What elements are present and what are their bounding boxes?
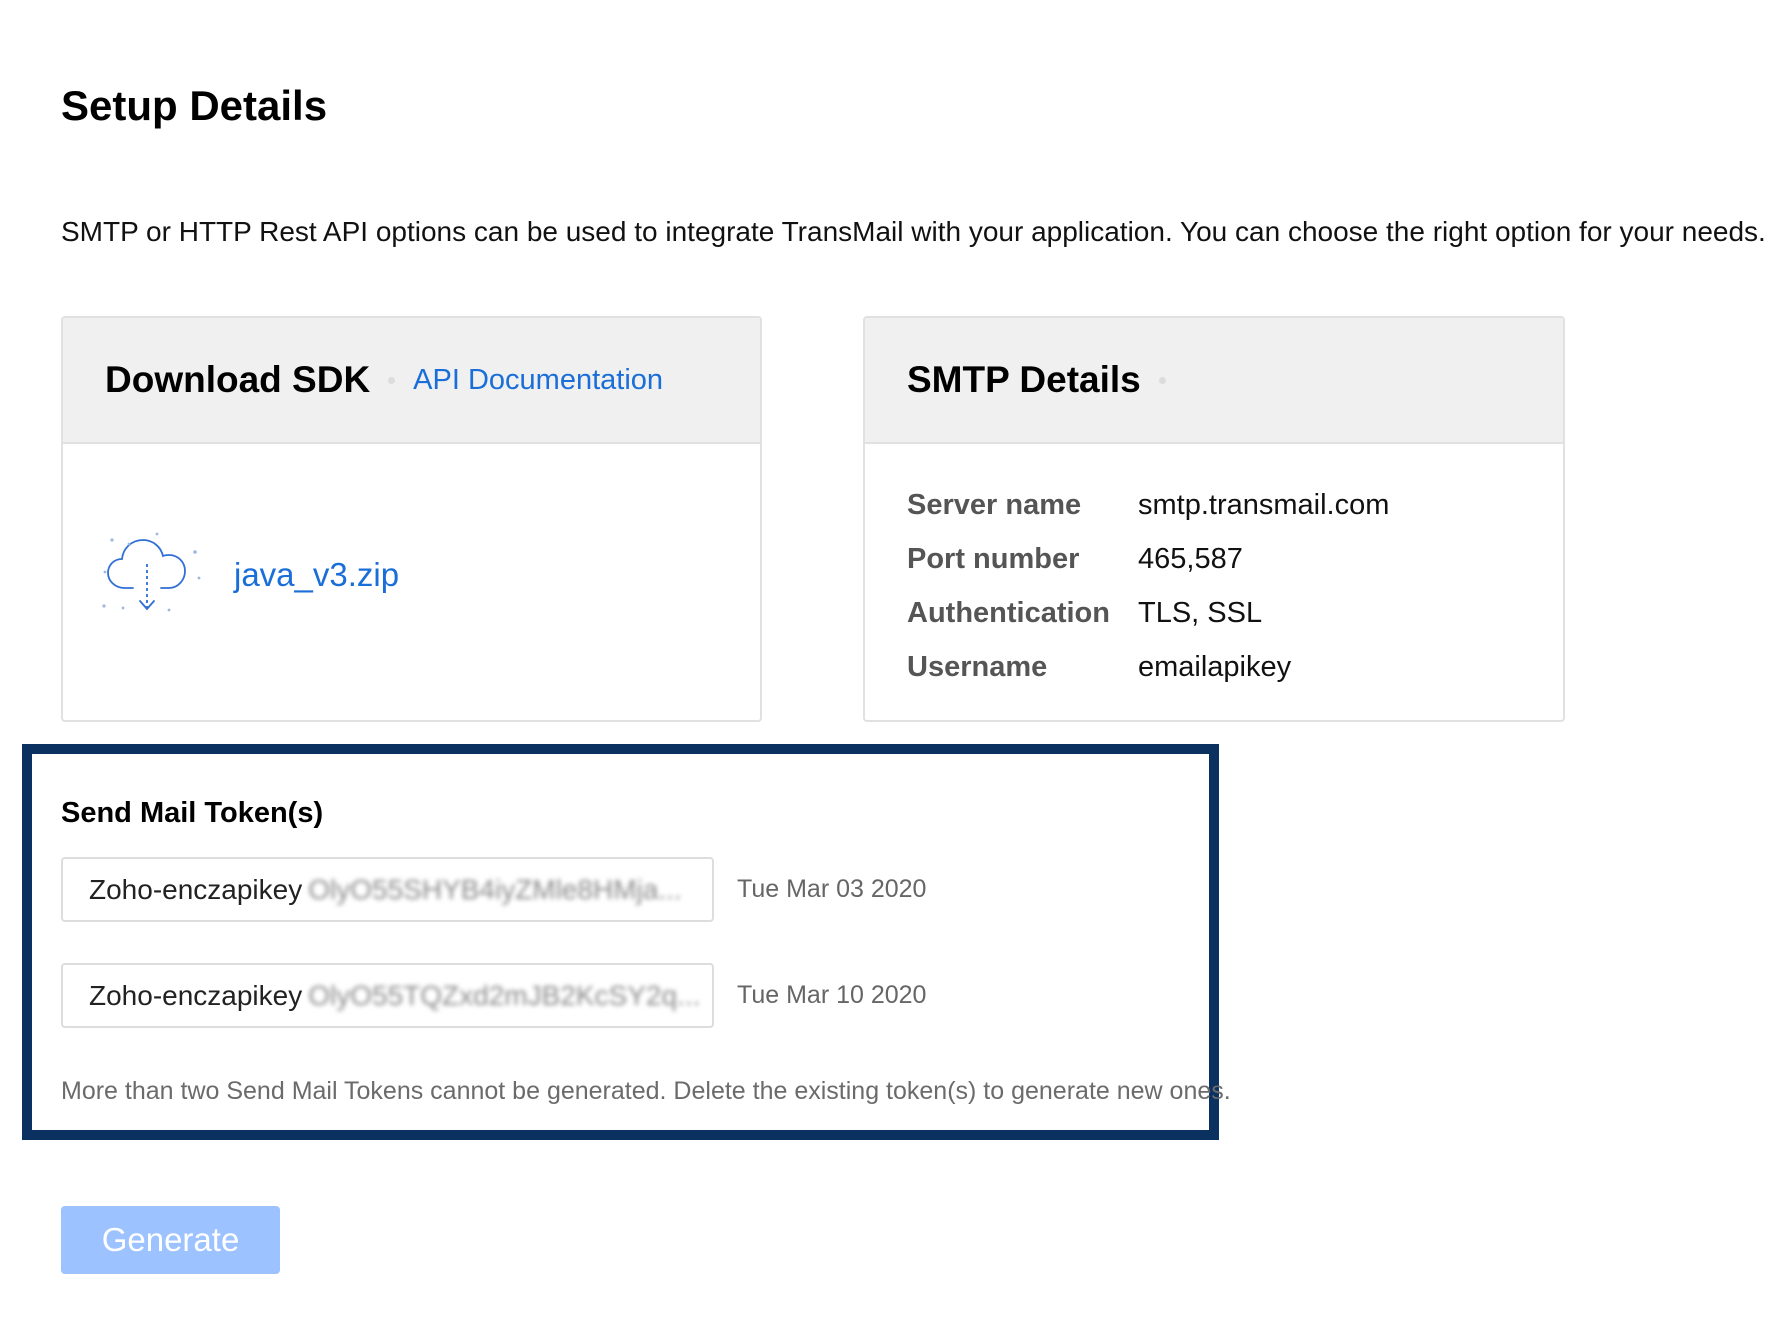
intro-text: SMTP or HTTP Rest API options can be use…: [61, 216, 1766, 247]
java-sdk-download-link[interactable]: java_v3.zip: [234, 554, 399, 596]
smtp-details-body: Server name smtp.transmail.com Port numb…: [865, 444, 1563, 694]
token-field[interactable]: Zoho-enczapikey OlyO55SHYB4iyZMle8HMja..…: [61, 857, 714, 922]
token-date: Tue Mar 03 2020: [737, 875, 927, 903]
smtp-row-server-name: Server name smtp.transmail.com: [907, 478, 1563, 532]
token-row: Zoho-enczapikey OlyO55TQZxd2mJB2KcSY2q..…: [61, 963, 926, 1028]
smtp-value: emailapikey: [1138, 650, 1292, 683]
download-sdk-header: Download SDK API Documentation: [63, 318, 760, 444]
cloud-download-icon: [102, 532, 201, 612]
separator-dot: [388, 376, 396, 384]
token-secret: OlyO55TQZxd2mJB2KcSY2q...: [308, 979, 701, 1011]
smtp-row-authentication: Authentication TLS, SSL: [907, 586, 1563, 640]
token-date: Tue Mar 10 2020: [737, 981, 927, 1009]
smtp-details-title: SMTP Details: [907, 359, 1141, 400]
smtp-label: Port number: [907, 542, 1080, 575]
smtp-value: smtp.transmail.com: [1138, 488, 1390, 521]
api-documentation-link[interactable]: API Documentation: [413, 364, 663, 397]
smtp-label: Server name: [907, 488, 1082, 521]
token-field[interactable]: Zoho-enczapikey OlyO55TQZxd2mJB2KcSY2q..…: [61, 963, 714, 1028]
send-mail-tokens-section: Send Mail Token(s) Zoho-enczapikey OlyO5…: [22, 744, 1231, 1140]
smtp-value: TLS, SSL: [1138, 596, 1263, 629]
page-title: Setup Details: [61, 82, 328, 129]
generate-button[interactable]: Generate: [61, 1206, 280, 1274]
smtp-row-port-number: Port number 465,587: [907, 532, 1563, 586]
separator-dot: [1158, 376, 1166, 384]
token-prefix: Zoho-enczapikey: [89, 979, 303, 1011]
token-limit-note: More than two Send Mail Tokens cannot be…: [61, 1077, 1231, 1105]
send-mail-tokens-title: Send Mail Token(s): [61, 797, 324, 829]
smtp-details-header: SMTP Details: [865, 318, 1563, 444]
smtp-label: Authentication: [907, 596, 1110, 629]
token-secret: OlyO55SHYB4iyZMle8HMja...: [308, 873, 682, 905]
smtp-label: Username: [907, 650, 1048, 683]
smtp-details-card: SMTP Details Server name smtp.transmail.…: [863, 316, 1565, 722]
download-sdk-body: java_v3.zip: [63, 444, 760, 720]
smtp-row-username: Username emailapikey: [907, 640, 1563, 694]
token-row: Zoho-enczapikey OlyO55SHYB4iyZMle8HMja..…: [61, 857, 926, 922]
download-sdk-title: Download SDK: [105, 359, 371, 400]
smtp-value: 465,587: [1138, 542, 1243, 575]
token-prefix: Zoho-enczapikey: [89, 873, 303, 905]
download-sdk-card: Download SDK API Documentation java_v3.z…: [61, 316, 762, 722]
